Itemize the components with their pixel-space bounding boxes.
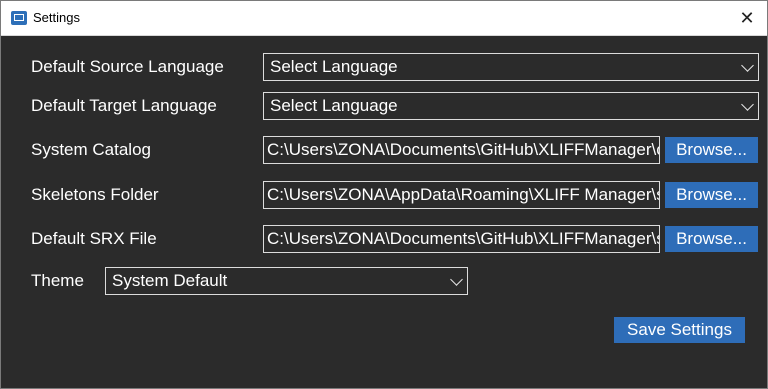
target-language-label: Default Target Language — [31, 96, 217, 115]
srx-file-browse-button[interactable]: Browse... — [665, 226, 758, 252]
target-language-value: Select Language — [270, 96, 398, 115]
source-language-value: Select Language — [270, 57, 398, 76]
settings-panel: Default Source Language Select Language … — [1, 36, 767, 388]
title-bar: Settings ✕ — [1, 1, 767, 36]
source-language-label: Default Source Language — [31, 57, 224, 76]
source-language-select[interactable]: Select Language — [263, 53, 759, 81]
skeletons-folder-browse-button[interactable]: Browse... — [665, 182, 758, 208]
system-catalog-label: System Catalog — [31, 140, 151, 159]
settings-window: Settings ✕ Default Source Language Selec… — [0, 0, 768, 389]
system-catalog-browse-button[interactable]: Browse... — [665, 137, 758, 163]
theme-value: System Default — [112, 271, 228, 290]
save-settings-button[interactable]: Save Settings — [614, 317, 745, 343]
srx-file-field[interactable]: C:\Users\ZONA\Documents\GitHub\XLIFFMana… — [263, 225, 660, 253]
window-title: Settings — [33, 10, 80, 25]
chevron-down-icon — [741, 59, 754, 72]
app-window-icon — [11, 11, 27, 25]
srx-file-label: Default SRX File — [31, 229, 157, 248]
chevron-down-icon — [450, 273, 463, 286]
skeletons-folder-field[interactable]: C:\Users\ZONA\AppData\Roaming\XLIFF Mana… — [263, 181, 660, 209]
skeletons-folder-label: Skeletons Folder — [31, 185, 159, 204]
system-catalog-field[interactable]: C:\Users\ZONA\Documents\GitHub\XLIFFMana… — [263, 136, 660, 164]
theme-label: Theme — [31, 271, 84, 290]
chevron-down-icon — [741, 98, 754, 111]
theme-select[interactable]: System Default — [105, 267, 468, 295]
close-icon[interactable]: ✕ — [727, 1, 767, 35]
target-language-select[interactable]: Select Language — [263, 92, 759, 120]
